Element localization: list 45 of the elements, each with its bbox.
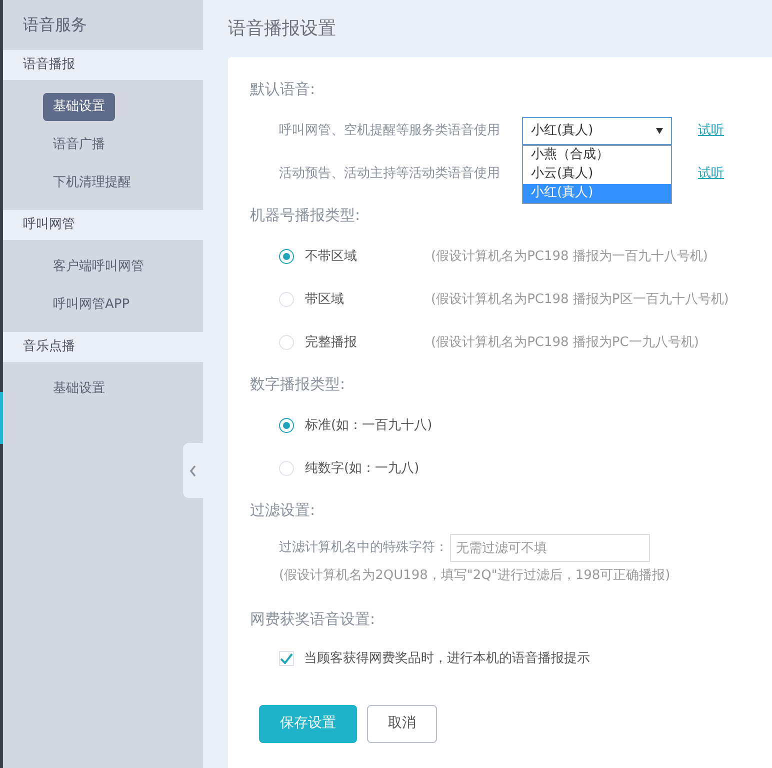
save-button[interactable]: 保存设置 — [259, 704, 357, 742]
chevron-left-icon — [189, 464, 197, 476]
preview-link[interactable]: 试听 — [698, 164, 724, 184]
sidebar-item[interactable]: 呼叫网管APP — [43, 291, 140, 319]
field-label: 过滤计算机名中的特殊字符： — [279, 539, 448, 558]
check-icon — [280, 653, 293, 664]
checkbox-label: 当顾客获得网费奖品时，进行本机的语音播报提示 — [304, 650, 590, 668]
sidebar-item[interactable]: 客户端呼叫网管 — [43, 253, 154, 281]
section-heading: 默认语音: — [250, 78, 316, 100]
preview-link[interactable]: 试听 — [698, 120, 724, 140]
hint-text: (假设计算机名为PC198 播报为一百九十八号机) — [431, 248, 708, 266]
field-label: 呼叫网管、空机提醒等服务类语音使用 — [279, 122, 501, 140]
sidebar-item[interactable]: 基础设置 — [43, 93, 115, 121]
sidebar-item[interactable]: 下机清理提醒 — [43, 169, 141, 197]
checkbox[interactable] — [279, 651, 294, 666]
sidebar-item[interactable]: 基础设置 — [43, 375, 115, 403]
sidebar-group-header: 语音播报 — [3, 50, 203, 80]
section-heading: 过滤设置: — [250, 500, 316, 521]
section-heading: 数字播报类型: — [250, 374, 346, 395]
sidebar-group-header: 音乐点播 — [3, 332, 203, 362]
radio-label: 标准(如：一百九十八) — [305, 416, 432, 435]
radio-label: 纯数字(如：一九八) — [305, 460, 420, 478]
section-heading: 机器号播报类型: — [250, 204, 360, 226]
radio-label: 带区域 — [305, 290, 345, 309]
sidebar-group-header: 呼叫网管 — [3, 210, 203, 240]
collapse-tab[interactable] — [183, 443, 203, 498]
radio-button[interactable] — [279, 249, 294, 264]
radio-button[interactable] — [279, 418, 294, 433]
dropdown-option[interactable]: 小云(真人) — [523, 164, 671, 184]
field-label: 活动预告、活动主持等活动类语音使用 — [279, 164, 501, 183]
cancel-button[interactable]: 取消 — [367, 704, 437, 742]
dropdown-option[interactable]: 小燕（合成） — [523, 146, 671, 164]
dropdown-option[interactable]: 小红(真人) — [523, 184, 671, 202]
page-title: 语音播报设置 — [228, 17, 337, 41]
filter-input[interactable]: 无需过滤可不填 — [450, 534, 650, 562]
hint-text: (假设计算机名为PC198 播报为P区一百九十八号机) — [431, 290, 729, 309]
sidebar-title: 语音服务 — [22, 14, 88, 36]
note-text: (假设计算机名为2QU198，填写"2Q"进行过滤后，198可正确播报) — [278, 567, 672, 585]
caret-down-icon — [656, 128, 663, 134]
radio-label: 不带区域 — [305, 248, 358, 266]
sidebar-item[interactable]: 语音广播 — [43, 131, 115, 159]
voice-select[interactable]: 小红(真人) — [522, 116, 672, 144]
section-heading: 网费获奖语音设置: — [250, 609, 376, 630]
radio-label: 完整播报 — [305, 334, 358, 352]
hint-text: (假设计算机名为PC198 播报为PC一九八号机) — [431, 334, 699, 352]
